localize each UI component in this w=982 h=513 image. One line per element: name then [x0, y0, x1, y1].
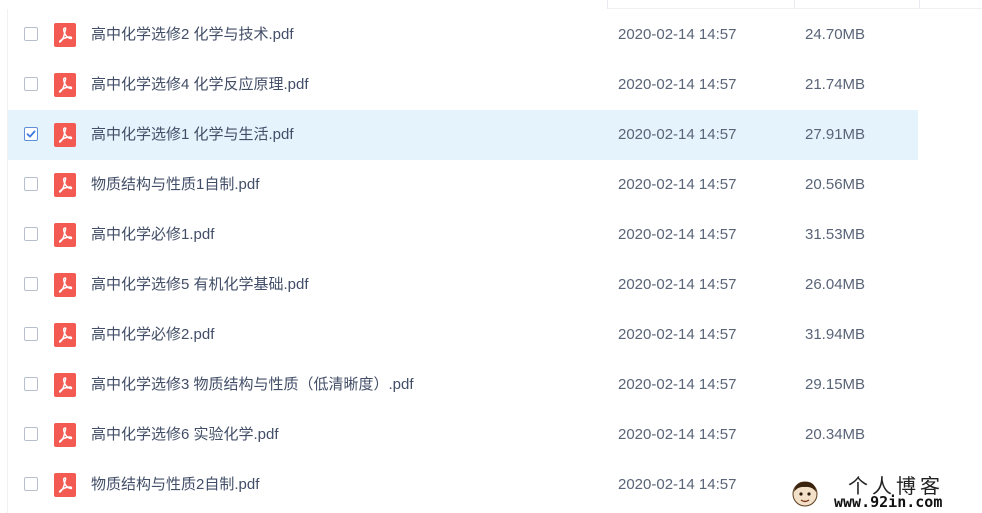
- row-checkbox[interactable]: [24, 127, 38, 141]
- column-header-strip: [0, 0, 982, 9]
- file-row[interactable]: 高中化学必修1.pdf 2020-02-14 14:57 31.53MB: [8, 210, 918, 260]
- file-name[interactable]: 物质结构与性质2自制.pdf: [91, 460, 259, 510]
- file-name[interactable]: 高中化学选修5 有机化学基础.pdf: [91, 260, 309, 310]
- row-checkbox[interactable]: [24, 27, 38, 41]
- avatar-icon: [792, 481, 818, 507]
- file-modified-date: 2020-02-14 14:57: [618, 126, 737, 143]
- watermark: 个人博客 www.92in.com: [790, 468, 982, 513]
- file-row[interactable]: 高中化学选修5 有机化学基础.pdf 2020-02-14 14:57 26.04M…: [8, 260, 918, 310]
- file-name[interactable]: 物质结构与性质1自制.pdf: [91, 160, 259, 210]
- file-row[interactable]: 高中化学选修1 化学与生活.pdf 2020-02-14 14:57 27.91MB: [8, 110, 918, 160]
- file-row[interactable]: 高中化学选修3 物质结构与性质（低清晰度）.pdf 2020-02-14 14:5…: [8, 360, 918, 410]
- pdf-file-icon: [54, 373, 76, 397]
- file-name[interactable]: 高中化学选修6 实验化学.pdf: [91, 410, 279, 460]
- pdf-file-icon: [54, 173, 76, 197]
- header-divider: [608, 8, 982, 9]
- file-modified-date: 2020-02-14 14:57: [618, 376, 737, 393]
- row-checkbox[interactable]: [24, 477, 38, 491]
- file-size: 31.94MB: [805, 326, 866, 343]
- file-modified-date: 2020-02-14 14:57: [618, 276, 737, 293]
- row-checkbox[interactable]: [24, 427, 38, 441]
- pdf-file-icon: [54, 23, 76, 47]
- file-size: 24.70MB: [805, 26, 866, 43]
- file-name[interactable]: 高中化学必修2.pdf: [91, 310, 214, 360]
- file-size: 21.74MB: [805, 76, 866, 93]
- file-row[interactable]: 物质结构与性质2自制.pdf 2020-02-14 14:57: [8, 460, 918, 510]
- file-size: 29.15MB: [805, 376, 866, 393]
- file-modified-date: 2020-02-14 14:57: [618, 176, 737, 193]
- pdf-file-icon: [54, 223, 76, 247]
- pdf-file-icon: [54, 423, 76, 447]
- file-size: 26.04MB: [805, 276, 866, 293]
- file-modified-date: 2020-02-14 14:57: [618, 226, 737, 243]
- row-checkbox[interactable]: [24, 227, 38, 241]
- file-row[interactable]: 高中化学选修4 化学反应原理.pdf 2020-02-14 14:57 21.74M…: [8, 60, 918, 110]
- row-checkbox[interactable]: [24, 377, 38, 391]
- file-name[interactable]: 高中化学选修1 化学与生活.pdf: [91, 110, 294, 160]
- file-modified-date: 2020-02-14 14:57: [618, 26, 737, 43]
- file-size: 27.91MB: [805, 126, 866, 143]
- watermark-url: www.92in.com: [834, 493, 943, 511]
- file-row[interactable]: 物质结构与性质1自制.pdf 2020-02-14 14:57 20.56MB: [8, 160, 918, 210]
- file-modified-date: 2020-02-14 14:57: [618, 426, 737, 443]
- file-name[interactable]: 高中化学必修1.pdf: [91, 210, 214, 260]
- pdf-file-icon: [54, 123, 76, 147]
- file-modified-date: 2020-02-14 14:57: [618, 76, 737, 93]
- file-modified-date: 2020-02-14 14:57: [618, 326, 737, 343]
- row-checkbox[interactable]: [24, 177, 38, 191]
- pdf-file-icon: [54, 323, 76, 347]
- file-row[interactable]: 高中化学选修2 化学与技术.pdf 2020-02-14 14:57 24.70MB: [8, 10, 918, 60]
- row-checkbox[interactable]: [24, 327, 38, 341]
- row-checkbox[interactable]: [24, 77, 38, 91]
- file-name[interactable]: 高中化学选修3 物质结构与性质（低清晰度）.pdf: [91, 360, 414, 410]
- file-size: 20.56MB: [805, 176, 866, 193]
- pdf-file-icon: [54, 73, 76, 97]
- file-size: 20.34MB: [805, 426, 866, 443]
- file-row[interactable]: 高中化学必修2.pdf 2020-02-14 14:57 31.94MB: [8, 310, 918, 360]
- file-name[interactable]: 高中化学选修2 化学与技术.pdf: [91, 10, 294, 60]
- file-modified-date: 2020-02-14 14:57: [618, 476, 737, 493]
- pdf-file-icon: [54, 473, 76, 497]
- file-row[interactable]: 高中化学选修6 实验化学.pdf 2020-02-14 14:57 20.34MB: [8, 410, 918, 460]
- checkmark-icon: [26, 130, 36, 138]
- file-name[interactable]: 高中化学选修4 化学反应原理.pdf: [91, 60, 309, 110]
- pdf-file-icon: [54, 273, 76, 297]
- file-size: 31.53MB: [805, 226, 866, 243]
- row-checkbox[interactable]: [24, 277, 38, 291]
